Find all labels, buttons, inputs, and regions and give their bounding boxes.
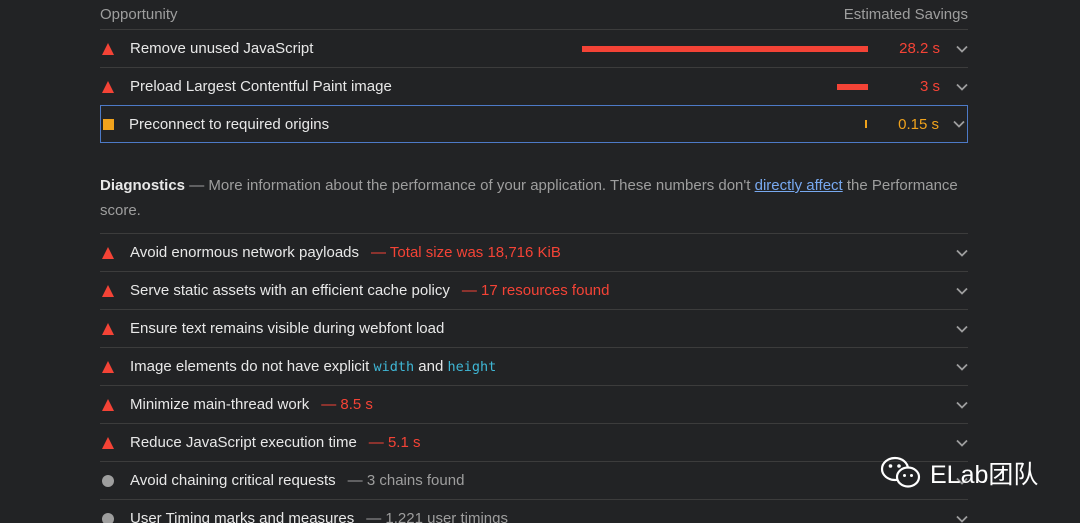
audit-title: User Timing marks and measures [130, 510, 355, 523]
opportunity-remove-unused-js[interactable]: Remove unused JavaScript 28.2 s [100, 30, 968, 68]
chevron-down-icon[interactable] [939, 120, 967, 128]
audit-webfont-load[interactable]: Ensure text remains visible during webfo… [100, 310, 968, 348]
chevron-down-icon[interactable] [940, 287, 968, 295]
savings-bar [837, 83, 868, 90]
audit-critical-requests[interactable]: Avoid chaining critical requests — 3 cha… [100, 462, 968, 500]
audit-js-execution[interactable]: Reduce JavaScript execution time — 5.1 s [100, 424, 968, 462]
audit-title: Serve static assets with an efficient ca… [130, 282, 450, 299]
fail-triangle-icon [102, 284, 114, 297]
opportunity-preconnect-origins[interactable]: Preconnect to required origins 0.15 s [100, 105, 968, 143]
opportunity-preload-lcp[interactable]: Preload Largest Contentful Paint image 3… [100, 68, 968, 106]
savings-bar [582, 45, 868, 52]
chevron-down-icon[interactable] [940, 83, 968, 91]
opportunity-header: Opportunity Estimated Savings [100, 0, 968, 30]
fail-triangle-icon [102, 322, 114, 335]
audit-title: Avoid enormous network payloads [130, 244, 360, 261]
audit-title: Reduce JavaScript execution time [130, 434, 357, 451]
chevron-down-icon[interactable] [940, 325, 968, 333]
savings-bar [865, 120, 867, 128]
audit-title-text: Image elements do not have explicit [130, 358, 370, 375]
opportunity-title: Preload Largest Contentful Paint image [130, 78, 392, 95]
audit-title: Ensure text remains visible during webfo… [130, 320, 445, 337]
audit-user-timing[interactable]: User Timing marks and measures — 1,221 u… [100, 500, 968, 523]
audit-detail: — 3 chains found [347, 472, 465, 489]
diagnostics-header: Diagnostics — More information about the… [100, 143, 968, 234]
wechat-icon [880, 456, 921, 488]
fail-triangle-icon [102, 246, 114, 259]
code-width: width [373, 359, 415, 375]
audit-panel: Opportunity Estimated Savings Remove unu… [100, 0, 968, 523]
average-square-icon [103, 118, 114, 130]
audit-detail: — 5.1 s [368, 434, 421, 451]
audit-main-thread[interactable]: Minimize main-thread work — 8.5 s [100, 386, 968, 424]
fail-triangle-icon [102, 360, 114, 373]
directly-affect-link[interactable]: directly affect [755, 177, 843, 194]
audit-detail: — 1,221 user timings [366, 510, 508, 523]
info-circle-icon [102, 474, 114, 487]
fail-triangle-icon [102, 436, 114, 449]
savings-column-label: Estimated Savings [843, 6, 968, 23]
audit-detail: — 8.5 s [321, 396, 373, 413]
watermark: ELab团队 [880, 455, 1038, 491]
fail-triangle-icon [102, 80, 114, 93]
savings-value: 0.15 s [898, 115, 939, 133]
fail-triangle-icon [102, 42, 114, 55]
audit-title: Image elements do not have explicit widt… [130, 358, 496, 375]
audit-image-dimensions[interactable]: Image elements do not have explicit widt… [100, 348, 968, 386]
opportunity-title: Preconnect to required origins [129, 115, 330, 133]
audit-network-payloads[interactable]: Avoid enormous network payloads — Total … [100, 234, 968, 272]
audit-title: Minimize main-thread work [130, 396, 310, 413]
diagnostics-title: Diagnostics [100, 177, 186, 194]
audit-detail: — Total size was 18,716 KiB [371, 244, 561, 261]
audit-title-and: and [418, 358, 444, 375]
chevron-down-icon[interactable] [940, 363, 968, 371]
chevron-down-icon[interactable] [940, 515, 968, 523]
chevron-down-icon[interactable] [940, 439, 968, 447]
diagnostics-dash: — [189, 177, 205, 194]
audit-title: Avoid chaining critical requests [130, 472, 336, 489]
info-circle-icon [102, 512, 114, 523]
savings-value: 3 s [919, 78, 940, 95]
fail-triangle-icon [102, 398, 114, 411]
code-height: height [447, 359, 497, 375]
opportunity-title: Remove unused JavaScript [130, 40, 314, 57]
savings-value: 28.2 s [899, 40, 940, 57]
opportunity-column-label: Opportunity [100, 6, 178, 23]
chevron-down-icon[interactable] [940, 45, 968, 53]
audit-cache-policy[interactable]: Serve static assets with an efficient ca… [100, 272, 968, 310]
watermark-text: ELab团队 [930, 461, 1039, 489]
diagnostics-description: More information about the performance o… [208, 177, 751, 194]
chevron-down-icon[interactable] [940, 249, 968, 257]
chevron-down-icon[interactable] [940, 401, 968, 409]
audit-detail: — 17 resources found [461, 282, 610, 299]
